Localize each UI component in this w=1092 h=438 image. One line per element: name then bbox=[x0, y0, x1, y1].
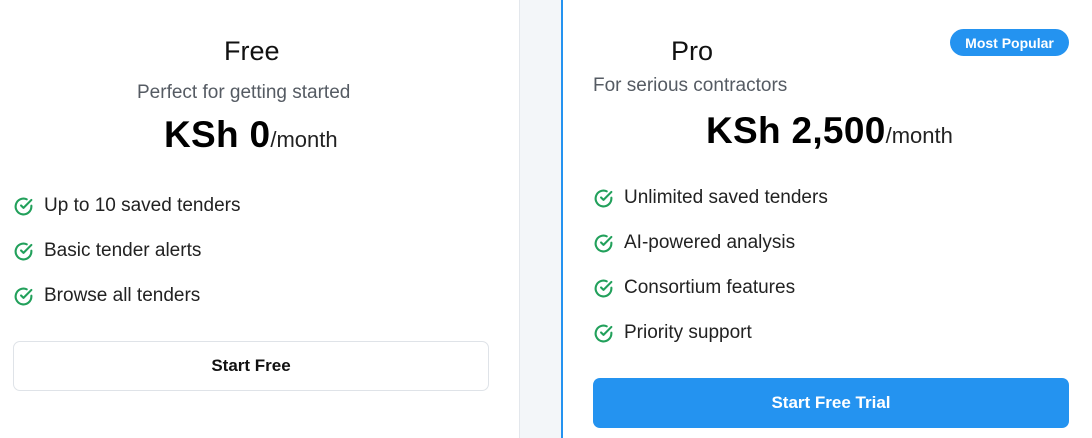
price-period-pro: /month bbox=[885, 123, 953, 148]
check-circle-icon bbox=[594, 324, 613, 342]
feature-label: Up to 10 saved tenders bbox=[44, 195, 241, 216]
feature-item: Up to 10 saved tenders bbox=[13, 195, 240, 217]
feature-label: Priority support bbox=[624, 322, 752, 343]
feature-item: AI-powered analysis bbox=[593, 232, 795, 254]
check-circle-icon bbox=[14, 197, 33, 215]
price-amount-free: KSh 0 bbox=[164, 114, 271, 155]
feature-label: Browse all tenders bbox=[44, 285, 201, 306]
plan-name-free: Free bbox=[224, 36, 280, 66]
check-circle-icon bbox=[594, 279, 613, 297]
check-circle-icon bbox=[14, 287, 33, 305]
feature-item: Consortium features bbox=[593, 277, 795, 299]
plan-price-free: KSh 0/month bbox=[164, 114, 338, 156]
feature-label: Unlimited saved tenders bbox=[624, 187, 828, 208]
feature-label: Consortium features bbox=[624, 277, 796, 298]
start-free-trial-button[interactable]: Start Free Trial bbox=[593, 378, 1069, 428]
start-free-button[interactable]: Start Free bbox=[13, 341, 489, 391]
feature-label: Basic tender alerts bbox=[44, 240, 202, 261]
plan-description-free: Perfect for getting started bbox=[137, 82, 351, 103]
plan-card-pro bbox=[561, 0, 1092, 438]
plan-description-pro: For serious contractors bbox=[593, 75, 788, 96]
pricing-section: Free Perfect for getting started KSh 0/m… bbox=[0, 0, 1092, 438]
price-amount-pro: KSh 2,500 bbox=[706, 110, 886, 151]
check-circle-icon bbox=[594, 189, 613, 207]
most-popular-badge: Most Popular bbox=[950, 29, 1069, 56]
check-circle-icon bbox=[14, 242, 33, 260]
check-circle-icon bbox=[594, 234, 613, 252]
plan-name-pro: Pro bbox=[671, 36, 714, 66]
plan-price-pro: KSh 2,500/month bbox=[706, 110, 953, 152]
feature-item: Unlimited saved tenders bbox=[593, 187, 828, 209]
feature-item: Browse all tenders bbox=[13, 285, 200, 307]
feature-item: Priority support bbox=[593, 322, 752, 344]
feature-label: AI-powered analysis bbox=[624, 232, 796, 253]
feature-item: Basic tender alerts bbox=[13, 240, 201, 262]
price-period-free: /month bbox=[270, 127, 338, 152]
